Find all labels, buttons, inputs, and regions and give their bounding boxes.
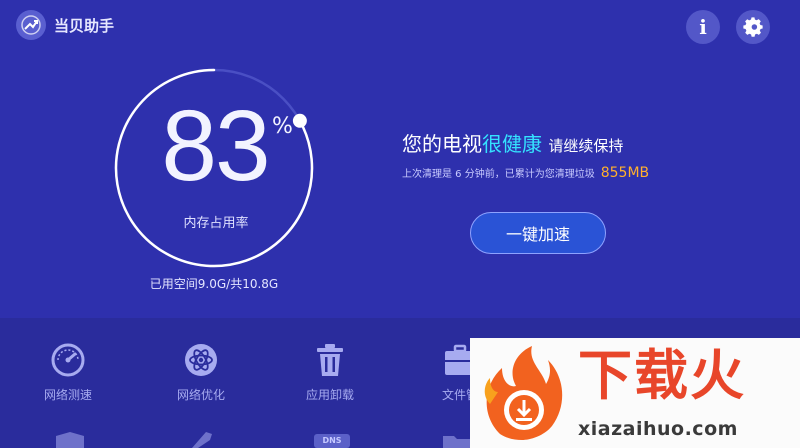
health-headline: 您的电视很健康 请继续保持 [402,128,623,157]
watermark-flame-logo-icon [484,346,563,440]
memory-gauge-knob [292,113,307,128]
tool-network-optimize[interactable]: 网络优化 [151,340,251,410]
rocket-icon [192,432,212,448]
tool-label: 网络测速 [43,388,92,402]
info-button[interactable]: i [686,10,720,44]
app-logo-icon [16,10,46,40]
percent-symbol: % [272,114,293,139]
headline-part1: 您的电视 [402,132,482,156]
speedometer-icon [50,342,86,378]
gear-icon [743,17,763,37]
tool-app-uninstall[interactable]: 应用卸载 [280,340,380,410]
tool-network-speed-test[interactable]: 网络测速 [18,340,118,410]
watermark-brand: 下载火 [578,344,746,407]
cleanup-summary-text: 上次清理是 6 分钟前，已累计为您清理垃圾 [402,169,595,180]
app-title: 当贝助手 [54,17,115,35]
trash-icon [312,342,348,378]
settings-button[interactable] [736,10,770,44]
atom-icon [183,342,219,378]
watermark: 下载火 xiazaihuo.com [470,338,800,448]
memory-usage-label: 内存占用率 [183,216,249,231]
info-icon: i [699,15,707,39]
tool-label: 应用卸载 [305,388,354,402]
watermark-url: xiazaihuo.com [578,418,738,440]
used-space-text: 已用空间9.0G/共10.8G [149,277,279,291]
tool-label: 网络优化 [176,388,225,402]
shield-icon [56,432,84,448]
headline-part2: 请继续保持 [548,137,624,155]
cleaned-amount: 855MB [600,165,650,181]
one-click-boost-button[interactable]: 一键加速 [470,212,606,254]
dns-icon: DNS [314,434,350,448]
cleanup-summary: 上次清理是 6 分钟前，已累计为您清理垃圾 855MB [402,165,649,181]
headline-accent: 很健康 [482,132,542,156]
memory-percent-value: 83 [161,90,270,202]
